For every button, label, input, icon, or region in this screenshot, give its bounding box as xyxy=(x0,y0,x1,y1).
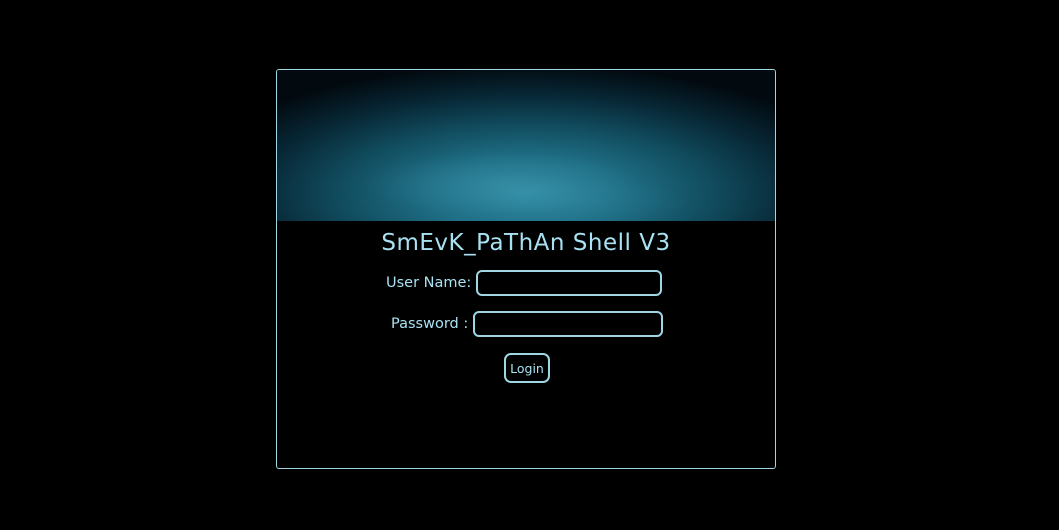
username-row: User Name: xyxy=(386,270,663,296)
page-title: SmEvK_PaThAn Shell V3 xyxy=(381,230,671,256)
password-input[interactable] xyxy=(473,311,664,337)
username-label: User Name: xyxy=(386,275,472,291)
password-label: Password : xyxy=(391,316,469,332)
login-button[interactable]: Login xyxy=(504,353,550,383)
username-input[interactable] xyxy=(476,270,663,296)
password-row: Password : xyxy=(391,311,664,337)
login-panel: SmEvK_PaThAn Shell V3 User Name: Passwor… xyxy=(276,69,776,469)
header-banner-image xyxy=(277,70,775,221)
